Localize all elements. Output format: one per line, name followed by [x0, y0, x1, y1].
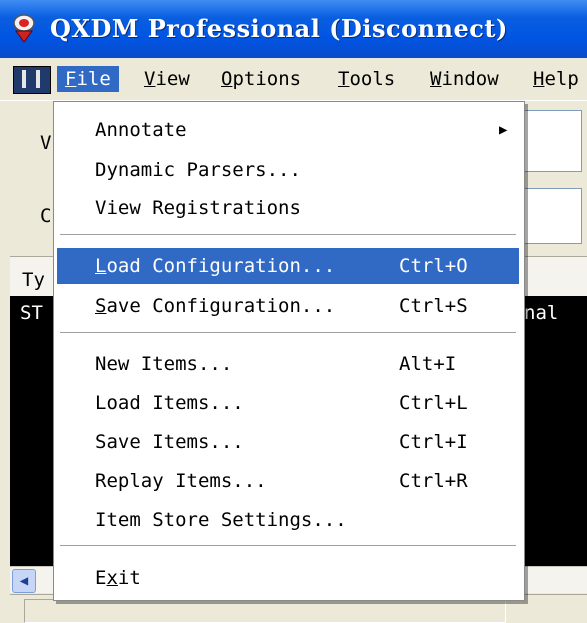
phone-app-icon — [13, 14, 35, 43]
menu-file[interactable]: File — [57, 66, 119, 92]
menu-view[interactable]: View — [136, 66, 198, 92]
toolbar-field-1[interactable] — [520, 110, 582, 172]
menu-item-save-configuration[interactable]: Save Configuration... Ctrl+S — [57, 288, 519, 324]
submenu-arrow-icon: ▶ — [499, 122, 508, 138]
menu-help[interactable]: Help — [525, 66, 587, 92]
menu-item-annotate[interactable]: Annotate ▶ — [57, 112, 519, 148]
toolbar-label-2: C — [40, 205, 52, 227]
scroll-left-icon[interactable]: ◀ — [12, 569, 36, 593]
menu-separator — [60, 234, 516, 236]
menu-item-item-store-settings[interactable]: Item Store Settings... — [57, 502, 519, 538]
menu-item-load-items[interactable]: Load Items... Ctrl+L — [57, 385, 519, 421]
menu-item-load-configuration[interactable]: Load Configuration... Ctrl+O — [57, 248, 519, 284]
console-text-left: ST — [20, 302, 43, 324]
menu-item-exit[interactable]: Exit — [57, 560, 519, 596]
menu-separator — [60, 332, 516, 334]
menu-bar: File View Options Tools Window Help — [0, 58, 587, 101]
menu-item-new-items[interactable]: New Items... Alt+I — [57, 346, 519, 382]
toolbar-label-1: V — [40, 132, 52, 154]
menu-item-save-items[interactable]: Save Items... Ctrl+I — [57, 424, 519, 460]
toolbar-field-2[interactable] — [520, 188, 582, 244]
file-menu-dropdown: Annotate ▶ Dynamic Parsers... View Regis… — [53, 101, 525, 601]
column-header-type[interactable]: Ty — [22, 269, 45, 291]
console-text-right: nal — [524, 302, 559, 324]
status-cell — [24, 599, 506, 623]
menu-item-dynamic-parsers[interactable]: Dynamic Parsers... — [57, 152, 519, 188]
window-title: QXDM Professional (Disconnect) — [50, 14, 508, 43]
mdi-child-icon[interactable] — [13, 66, 51, 94]
menu-item-replay-items[interactable]: Replay Items... Ctrl+R — [57, 463, 519, 499]
menu-item-view-registrations[interactable]: View Registrations — [57, 190, 519, 226]
title-bar: QXDM Professional (Disconnect) — [0, 0, 587, 58]
menu-separator — [60, 545, 516, 547]
menu-options[interactable]: Options — [213, 66, 309, 92]
menu-tools[interactable]: Tools — [330, 66, 403, 92]
menu-window[interactable]: Window — [422, 66, 507, 92]
